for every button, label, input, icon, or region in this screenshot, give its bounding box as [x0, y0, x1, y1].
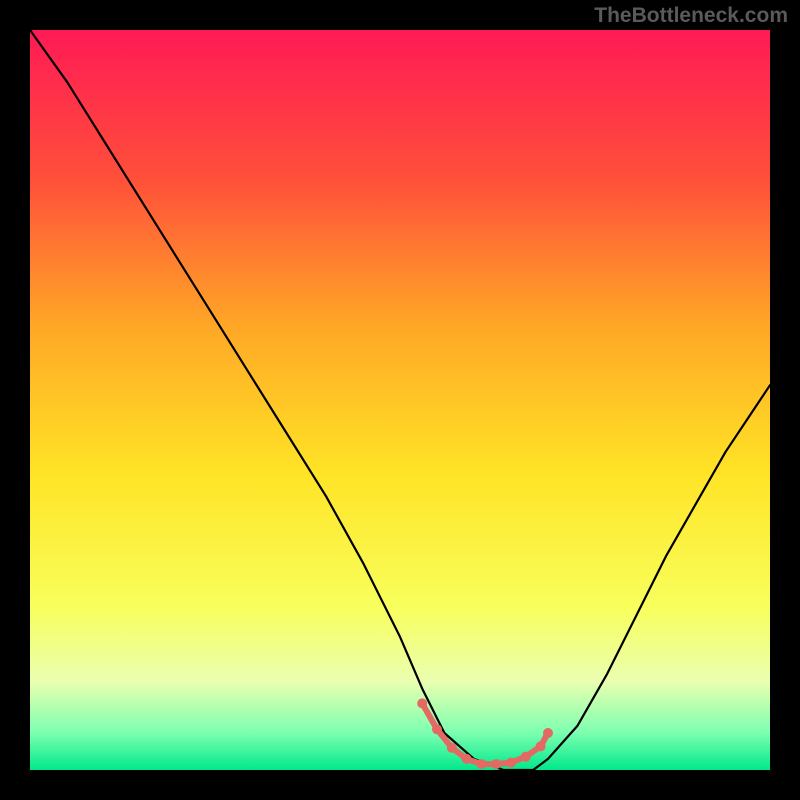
watermark-text: TheBottleneck.com — [594, 4, 788, 28]
marker-optimal-zone-markers — [491, 759, 501, 769]
marker-optimal-zone-markers — [476, 759, 486, 769]
gradient-plot — [30, 30, 770, 770]
marker-optimal-zone-markers — [543, 728, 553, 738]
gradient-background — [30, 30, 770, 770]
marker-optimal-zone-markers — [462, 754, 472, 764]
marker-optimal-zone-markers — [536, 741, 546, 751]
marker-optimal-zone-markers — [506, 758, 516, 768]
chart-frame — [30, 30, 770, 770]
chart-svg — [30, 30, 770, 770]
marker-optimal-zone-markers — [432, 724, 442, 734]
marker-optimal-zone-markers — [417, 698, 427, 708]
marker-optimal-zone-markers — [447, 743, 457, 753]
marker-optimal-zone-markers — [521, 752, 531, 762]
